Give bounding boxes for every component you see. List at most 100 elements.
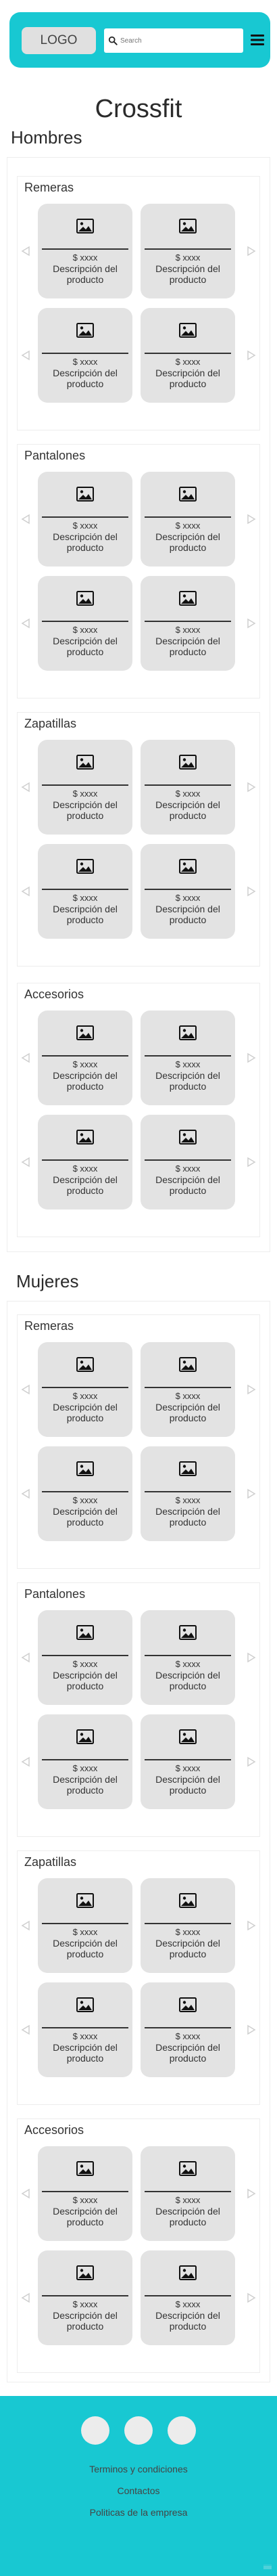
product-card[interactable]: $ xxxx Descripción del producto [141, 1011, 235, 1105]
carousel-next-arrow-icon[interactable] [246, 1756, 257, 1767]
carousel-next-arrow-icon[interactable] [246, 1488, 257, 1499]
search-bar[interactable] [104, 28, 243, 53]
carousel-next-arrow-icon[interactable] [246, 514, 257, 525]
footer-link-terms[interactable]: Terminos y condiciones [0, 2464, 277, 2474]
carousel-next-arrow-icon[interactable] [246, 1157, 257, 1168]
product-price: $ xxxx [175, 252, 201, 263]
carousel-prev-arrow-icon[interactable] [20, 350, 31, 361]
product-card[interactable]: $ xxxx Descripción del producto [38, 1714, 132, 1809]
product-price: $ xxxx [175, 1391, 201, 1401]
footer-link-contact[interactable]: Contactos [0, 2485, 277, 2496]
carousel-prev-arrow-icon[interactable] [20, 1488, 31, 1499]
product-card[interactable]: $ xxxx Descripción del producto [141, 472, 235, 567]
category-title: Remeras [24, 181, 74, 194]
carousel-prev-arrow-icon[interactable] [20, 514, 31, 525]
social-icon-2[interactable] [124, 2416, 153, 2445]
card-divider [42, 248, 128, 250]
card-divider [42, 353, 128, 354]
carousel-prev-arrow-icon[interactable] [20, 782, 31, 793]
product-price: $ xxxx [175, 520, 201, 531]
product-card[interactable]: $ xxxx Descripción del producto [38, 1342, 132, 1437]
image-placeholder-icon [179, 1025, 197, 1040]
product-card[interactable]: $ xxxx Descripción del producto [38, 844, 132, 939]
image-placeholder-icon [179, 2265, 197, 2280]
product-card[interactable]: $ xxxx Descripción del producto [141, 2250, 235, 2345]
carousel-prev-arrow-icon[interactable] [20, 2292, 31, 2303]
product-card[interactable]: $ xxxx Descripción del producto [141, 1446, 235, 1541]
product-card[interactable]: $ xxxx Descripción del producto [141, 1342, 235, 1437]
carousel-next-arrow-icon[interactable] [246, 2188, 257, 2199]
carousel-next-arrow-icon[interactable] [246, 782, 257, 793]
section-title-hombres: Hombres [11, 127, 82, 148]
site-header: LOGO [9, 12, 270, 68]
social-icon-3[interactable] [168, 2416, 196, 2445]
search-input[interactable] [120, 37, 235, 45]
product-card[interactable]: $ xxxx Descripción del producto [141, 2146, 235, 2241]
carousel-prev-arrow-icon[interactable] [20, 1157, 31, 1168]
product-card[interactable]: $ xxxx Descripción del producto [38, 472, 132, 567]
carousel-prev-arrow-icon[interactable] [20, 1652, 31, 1663]
product-card[interactable]: $ xxxx Descripción del producto [141, 204, 235, 298]
carousel-next-arrow-icon[interactable] [246, 2292, 257, 2303]
carousel-next-arrow-icon[interactable] [246, 618, 257, 629]
product-card[interactable]: $ xxxx Descripción del producto [141, 308, 235, 403]
category-title: Pantalones [24, 1587, 86, 1601]
carousel-next-arrow-icon[interactable] [246, 1652, 257, 1663]
product-card[interactable]: $ xxxx Descripción del producto [38, 1610, 132, 1705]
carousel-next-arrow-icon[interactable] [246, 886, 257, 897]
card-divider [145, 248, 231, 250]
product-card[interactable]: $ xxxx Descripción del producto [141, 844, 235, 939]
carousel-next-arrow-icon[interactable] [246, 246, 257, 257]
carousel-prev-arrow-icon[interactable] [20, 1384, 31, 1395]
image-placeholder-icon [179, 859, 197, 874]
image-placeholder-icon [179, 1625, 197, 1640]
product-card[interactable]: $ xxxx Descripción del producto [38, 576, 132, 671]
product-card[interactable]: $ xxxx Descripción del producto [38, 740, 132, 835]
product-card[interactable]: $ xxxx Descripción del producto [38, 1115, 132, 1209]
hamburger-menu-icon[interactable] [250, 32, 265, 47]
carousel-next-arrow-icon[interactable] [246, 1920, 257, 1931]
carousel-prev-arrow-icon[interactable] [20, 2188, 31, 2199]
card-divider [42, 1923, 128, 1924]
carousel-next-arrow-icon[interactable] [246, 1384, 257, 1395]
product-card[interactable]: $ xxxx Descripción del producto [38, 1446, 132, 1541]
product-card[interactable]: $ xxxx Descripción del producto [141, 1982, 235, 2077]
product-price: $ xxxx [72, 625, 98, 635]
carousel-prev-arrow-icon[interactable] [20, 246, 31, 257]
product-card[interactable]: $ xxxx Descripción del producto [38, 1011, 132, 1105]
product-price: $ xxxx [72, 1763, 98, 1773]
product-card[interactable]: $ xxxx Descripción del producto [38, 204, 132, 298]
category-title: Zapatillas [24, 717, 77, 730]
image-placeholder-icon [76, 591, 94, 606]
product-description: Descripción del producto [155, 799, 220, 821]
product-card[interactable]: $ xxxx Descripción del producto [38, 2146, 132, 2241]
product-card[interactable]: $ xxxx Descripción del producto [38, 1982, 132, 2077]
carousel-prev-arrow-icon[interactable] [20, 1052, 31, 1063]
product-price: $ xxxx [72, 2299, 98, 2309]
product-card[interactable]: $ xxxx Descripción del producto [141, 1714, 235, 1809]
carousel-next-arrow-icon[interactable] [246, 1052, 257, 1063]
product-price: $ xxxx [72, 252, 98, 263]
carousel-prev-arrow-icon[interactable] [20, 618, 31, 629]
product-card[interactable]: $ xxxx Descripción del producto [141, 576, 235, 671]
footer-link-policies[interactable]: Politicas de la empresa [0, 2507, 277, 2518]
product-card[interactable]: $ xxxx Descripción del producto [38, 2250, 132, 2345]
product-card[interactable]: $ xxxx Descripción del producto [141, 1610, 235, 1705]
product-price: $ xxxx [72, 893, 98, 903]
product-card[interactable]: $ xxxx Descripción del producto [38, 308, 132, 403]
image-placeholder-icon [179, 1357, 197, 1372]
carousel-next-arrow-icon[interactable] [246, 2024, 257, 2035]
product-card[interactable]: $ xxxx Descripción del producto [141, 1115, 235, 1209]
social-icon-1[interactable] [81, 2416, 109, 2445]
carousel-prev-arrow-icon[interactable] [20, 1920, 31, 1931]
product-card[interactable]: $ xxxx Descripción del producto [141, 740, 235, 835]
card-divider [145, 2295, 231, 2296]
carousel-next-arrow-icon[interactable] [246, 350, 257, 361]
carousel-prev-arrow-icon[interactable] [20, 886, 31, 897]
carousel-prev-arrow-icon[interactable] [20, 1756, 31, 1767]
card-divider [42, 1055, 128, 1057]
product-card[interactable]: $ xxxx Descripción del producto [38, 1878, 132, 1973]
carousel-prev-arrow-icon[interactable] [20, 2024, 31, 2035]
product-card[interactable]: $ xxxx Descripción del producto [141, 1878, 235, 1973]
logo-button[interactable]: LOGO [22, 27, 96, 54]
